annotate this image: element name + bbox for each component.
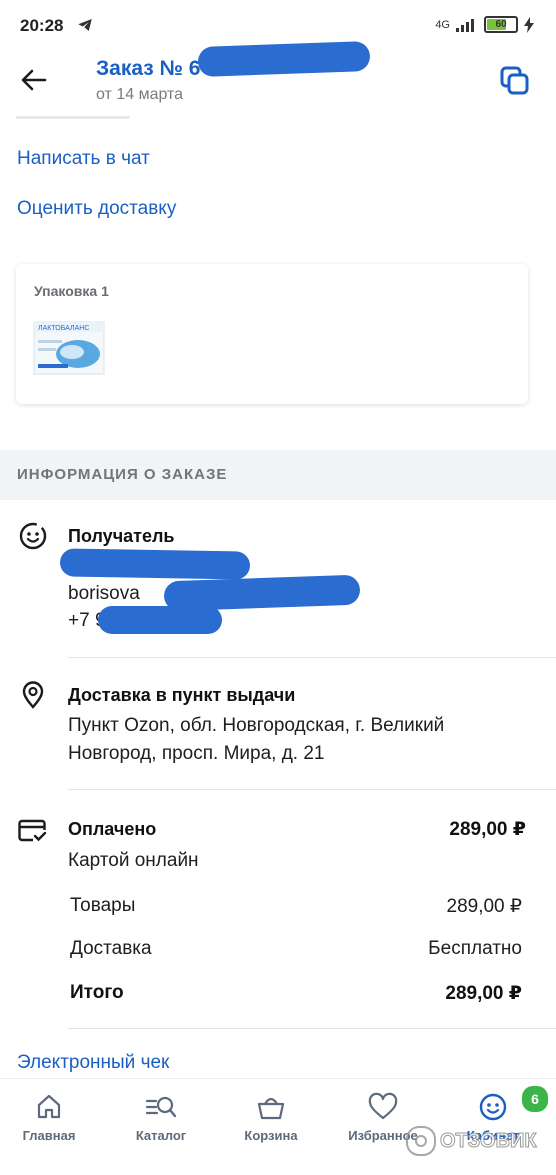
divider <box>68 657 556 658</box>
home-icon <box>37 1094 61 1119</box>
goods-label: Товары <box>70 895 136 916</box>
catalog-search-icon <box>145 1096 177 1118</box>
divider <box>68 1028 556 1029</box>
nav-item-cart[interactable]: Корзина <box>226 1092 316 1143</box>
section-title: ИНФОРМАЦИЯ О ЗАКАЗЕ <box>17 466 228 483</box>
total-value: 289,00 ₽ <box>445 983 522 1004</box>
product-thumbnail[interactable]: ЛАКТОБАЛАНС <box>32 318 106 378</box>
chat-link[interactable]: Написать в чат <box>17 148 150 170</box>
network-label: 4G <box>435 18 450 31</box>
redaction-mark <box>197 41 371 77</box>
nav-item-catalog[interactable]: Каталог <box>116 1092 206 1143</box>
product-name: ЛАКТОБАЛАНС <box>38 325 89 332</box>
notification-badge: 6 <box>520 1084 550 1114</box>
recipient-email: borisova <box>68 583 140 604</box>
card-check-icon <box>18 819 47 842</box>
status-indicators: 4G 60 <box>435 16 534 33</box>
total-label: Итого <box>70 982 124 1003</box>
scroll-divider <box>16 116 130 119</box>
package-label: Упаковка 1 <box>34 283 109 299</box>
status-time: 20:28 <box>20 16 64 35</box>
nav-label-cart: Корзина <box>244 1128 298 1143</box>
payment-amount: 289,00 ₽ <box>449 819 526 840</box>
payment-title: Оплачено <box>68 819 157 839</box>
recipient-title: Получатель <box>68 526 175 546</box>
delivery-title: Доставка в пункт выдачи <box>68 685 296 705</box>
location-pin-icon <box>22 681 44 709</box>
delivery-address-line1: Пункт Ozon, обл. Новгородская, г. Велики… <box>68 715 445 736</box>
nav-item-home[interactable]: Главная <box>4 1092 94 1143</box>
redaction-mark <box>59 548 251 580</box>
payment-method: Картой онлайн <box>68 850 199 871</box>
rate-delivery-link[interactable]: Оценить доставку <box>17 198 176 220</box>
signal-icon <box>456 18 474 32</box>
divider <box>68 789 556 790</box>
shipping-value: Бесплатно <box>428 938 522 959</box>
account-smiley-icon <box>479 1093 507 1121</box>
delivery-address-line2: Новгород, просп. Мира, д. 21 <box>68 743 325 764</box>
shipping-label: Доставка <box>70 938 152 959</box>
back-arrow-icon[interactable] <box>18 64 50 96</box>
battery-icon: 60 <box>484 16 518 33</box>
watermark-logo-icon <box>406 1126 436 1156</box>
watermark-text: ОТЗОВИК <box>440 1129 538 1152</box>
order-title: Заказ № 6 <box>96 57 201 80</box>
charging-icon <box>524 16 534 33</box>
nav-label-home: Главная <box>22 1128 76 1143</box>
order-date: от 14 марта <box>96 86 184 103</box>
battery-level: 60 <box>495 19 507 30</box>
cart-basket-icon <box>257 1097 285 1120</box>
receipt-link[interactable]: Электронный чек <box>17 1052 169 1074</box>
heart-icon <box>368 1092 398 1120</box>
smiley-icon <box>19 522 47 550</box>
goods-value: 289,00 ₽ <box>446 896 522 917</box>
telegram-icon <box>78 19 92 31</box>
redaction-mark <box>98 606 222 634</box>
copy-icon[interactable] <box>498 64 532 98</box>
watermark: ОТЗОВИК <box>406 1126 537 1156</box>
nav-label-catalog: Каталог <box>135 1128 187 1143</box>
